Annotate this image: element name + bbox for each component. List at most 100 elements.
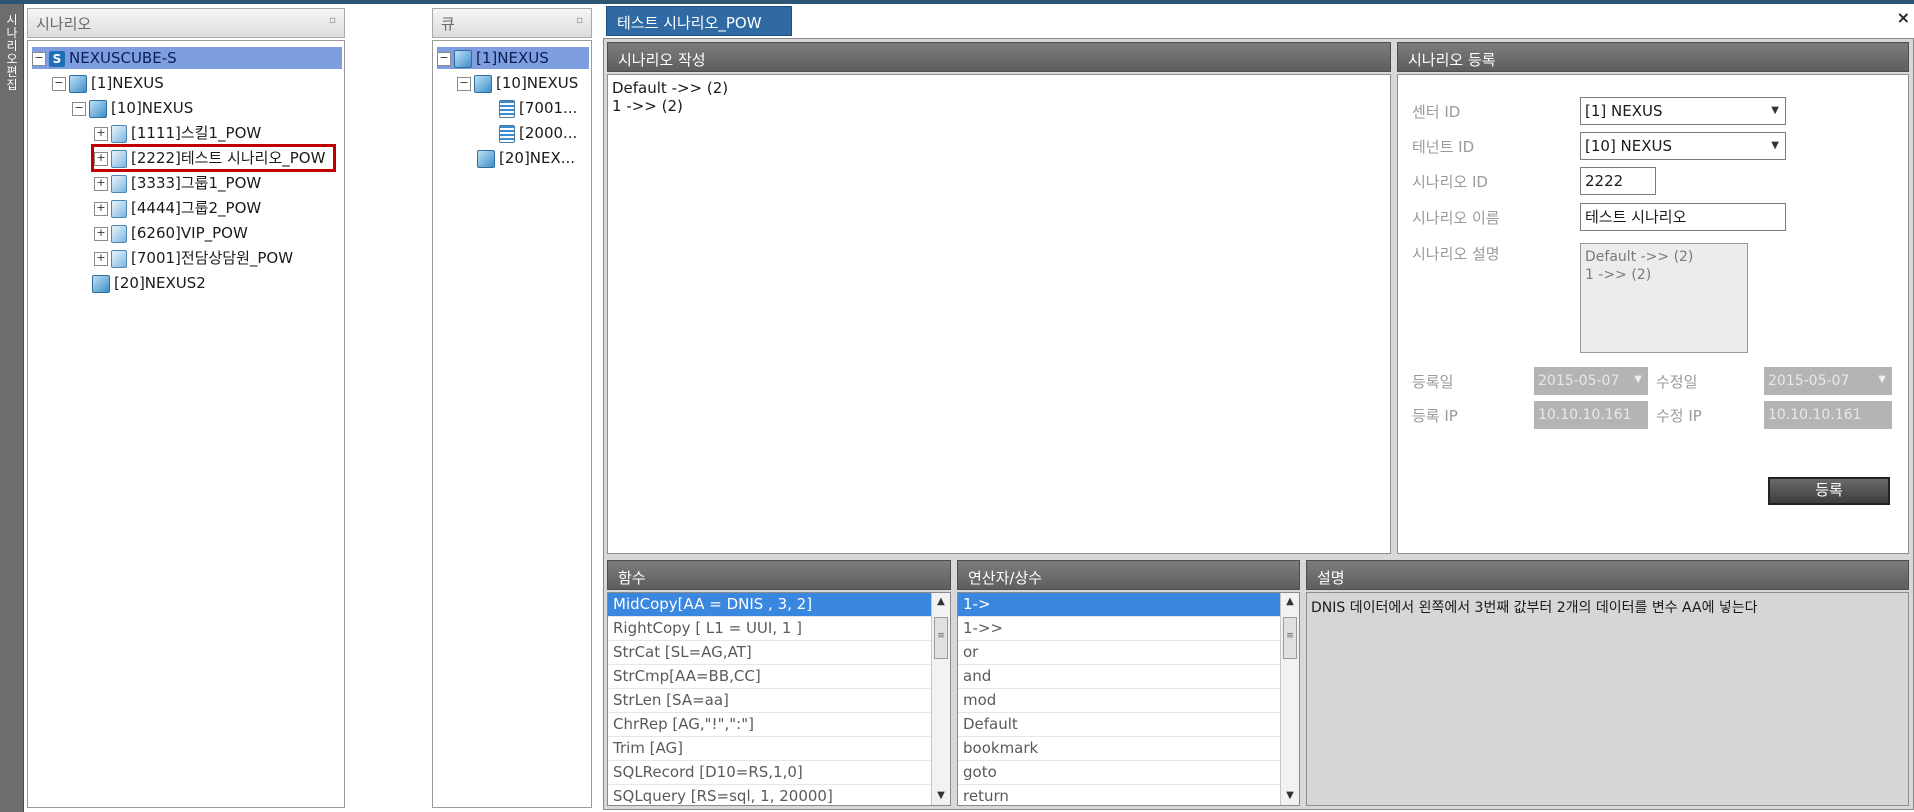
expand-icon[interactable]: + <box>94 251 108 266</box>
expand-icon[interactable]: + <box>94 126 108 141</box>
scenario-id-input[interactable]: 2222 <box>1580 167 1656 195</box>
collapse-icon[interactable]: − <box>32 51 46 66</box>
reg-date-label: 등록일 <box>1412 373 1454 391</box>
tenant-id-select[interactable]: [10] NEXUS ▼ <box>1580 132 1786 160</box>
dropdown-arrow-icon: ▼ <box>1771 105 1779 116</box>
queue-icon <box>499 99 515 118</box>
collapse-icon[interactable]: − <box>437 51 451 66</box>
scenario-name-label: 시나리오 이름 <box>1412 209 1500 227</box>
operators-scrollbar[interactable]: ▲ ≡ ▼ <box>1280 593 1299 805</box>
pin-icon[interactable]: ▫ <box>329 15 336 26</box>
tree-node-scenario[interactable]: + [7001]전담상담원_POW <box>94 247 293 269</box>
operator-item[interactable]: 1->> <box>958 617 1299 641</box>
function-item[interactable]: MidCopy[AA = DNIS , 3, 2] <box>608 593 950 617</box>
cube-icon <box>92 274 110 293</box>
function-item[interactable]: ChrRep [AG,"!",":"] <box>608 713 950 737</box>
description-text: DNIS 데이터에서 왼쪽에서 3번째 값부터 2개의 데이터를 변수 AA에 … <box>1311 600 1758 616</box>
tree-node-tenant[interactable]: − [10]NEXUS <box>72 97 193 119</box>
reg-ip-field: 10.10.10.161 <box>1534 401 1648 429</box>
mod-date-label: 수정일 <box>1656 373 1698 391</box>
tree-node-scenario[interactable]: + [3333]그룹1_POW <box>94 172 261 194</box>
functions-scrollbar[interactable]: ▲ ≡ ▼ <box>931 593 950 805</box>
register-button[interactable]: 등록 <box>1768 477 1890 505</box>
editor-header: 시나리오 작성 <box>607 42 1391 72</box>
tree-node-scenario[interactable]: + [1111]스킬1_POW <box>94 122 261 144</box>
operator-item[interactable]: Default <box>958 713 1299 737</box>
function-item[interactable]: SQLRecord [D10=RS,1,0] <box>608 761 950 785</box>
document-tab[interactable]: 테스트 시나리오_POW <box>606 6 792 36</box>
queue-node-item[interactable]: [7001... <box>499 97 577 119</box>
scroll-thumb[interactable]: ≡ <box>934 617 948 659</box>
operator-item[interactable]: bookmark <box>958 737 1299 761</box>
operators-header: 연산자/상수 <box>957 560 1300 590</box>
scenario-desc-textarea[interactable]: Default ->> (2) 1 ->> (2) <box>1580 243 1748 353</box>
editor-line: 1 ->> (2) <box>612 97 683 115</box>
cube-icon <box>477 149 495 168</box>
side-tab-label[interactable]: 시나리오 편집 <box>3 14 21 92</box>
expand-icon[interactable]: + <box>94 176 108 191</box>
operator-item[interactable]: or <box>958 641 1299 665</box>
function-item[interactable]: StrCmp[AA=BB,CC] <box>608 665 950 689</box>
queue-node-center[interactable]: − [1]NEXUS <box>437 47 589 69</box>
queue-node-item[interactable]: [2000... <box>499 122 577 144</box>
scenario-icon <box>111 124 127 143</box>
register-title: 시나리오 등록 <box>1408 51 1496 69</box>
collapse-icon[interactable]: − <box>457 76 471 91</box>
tree-node-scenario-selected[interactable]: + [2222]테스트 시나리오_POW <box>90 144 337 172</box>
side-tab-strip[interactable]: 시나리오 편집 <box>0 4 24 812</box>
scroll-thumb[interactable]: ≡ <box>1283 617 1297 659</box>
scenario-icon <box>111 199 127 218</box>
reg-date-picker: 2015-05-07 ▼ <box>1534 367 1648 395</box>
scroll-up-icon[interactable]: ▲ <box>1281 593 1299 611</box>
description-title: 설명 <box>1317 569 1345 587</box>
close-icon[interactable]: × <box>1897 8 1910 27</box>
function-item[interactable]: StrCat [SL=AG,AT] <box>608 641 950 665</box>
cube-icon <box>454 49 472 68</box>
tree-node-scenario[interactable]: + [4444]그룹2_POW <box>94 197 261 219</box>
scenario-name-input[interactable]: 테스트 시나리오 <box>1580 203 1786 231</box>
operator-item[interactable]: mod <box>958 689 1299 713</box>
tree-node-tenant[interactable]: [20]NEXUS2 <box>92 272 206 294</box>
server-icon: S <box>49 50 65 67</box>
scenario-tree-header: 시나리오 ▫ <box>27 8 345 38</box>
reg-ip-label: 등록 IP <box>1412 407 1458 425</box>
operator-item[interactable]: and <box>958 665 1299 689</box>
operators-list[interactable]: 1-> 1->> or and mod Default bookmark got… <box>957 592 1300 806</box>
tree-node-root[interactable]: − S NEXUSCUBE-S <box>32 47 342 69</box>
scroll-up-icon[interactable]: ▲ <box>932 593 950 611</box>
queue-node-tenant[interactable]: − [10]NEXUS <box>457 72 578 94</box>
operator-item[interactable]: goto <box>958 761 1299 785</box>
description-box: DNIS 데이터에서 왼쪽에서 3번째 값부터 2개의 데이터를 변수 AA에 … <box>1306 592 1909 806</box>
collapse-icon[interactable]: − <box>52 76 66 91</box>
expand-icon[interactable]: + <box>94 151 108 166</box>
function-item[interactable]: StrLen [SA=aa] <box>608 689 950 713</box>
tree-node-center[interactable]: − [1]NEXUS <box>52 72 164 94</box>
scroll-down-icon[interactable]: ▼ <box>1281 787 1299 805</box>
expand-icon[interactable]: + <box>94 201 108 216</box>
scenario-id-label: 시나리오 ID <box>1412 173 1488 191</box>
pin-icon[interactable]: ▫ <box>576 15 583 26</box>
editor-title: 시나리오 작성 <box>618 51 706 69</box>
operator-item[interactable]: return <box>958 785 1299 805</box>
function-item[interactable]: SQLquery [RS=sql, 1, 20000] <box>608 785 950 805</box>
scenario-icon <box>111 149 127 168</box>
collapse-icon[interactable]: − <box>72 101 86 116</box>
mod-ip-field: 10.10.10.161 <box>1764 401 1892 429</box>
scenario-editor[interactable]: Default ->> (2) 1 ->> (2) <box>607 74 1391 554</box>
scroll-down-icon[interactable]: ▼ <box>932 787 950 805</box>
operators-title: 연산자/상수 <box>968 569 1043 587</box>
tree-node-scenario[interactable]: + [6260]VIP_POW <box>94 222 248 244</box>
tenant-id-label: 테넌트 ID <box>1412 138 1475 156</box>
mod-ip-label: 수정 IP <box>1656 407 1702 425</box>
cube-icon <box>89 99 107 118</box>
editor-line: Default ->> (2) <box>612 79 729 97</box>
functions-title: 함수 <box>618 569 646 587</box>
function-item[interactable]: Trim [AG] <box>608 737 950 761</box>
functions-list[interactable]: MidCopy[AA = DNIS , 3, 2] RightCopy [ L1… <box>607 592 951 806</box>
operator-item[interactable]: 1-> <box>958 593 1299 617</box>
expand-icon[interactable]: + <box>94 226 108 241</box>
center-id-select[interactable]: [1] NEXUS ▼ <box>1580 97 1786 125</box>
scenario-icon <box>111 174 127 193</box>
function-item[interactable]: RightCopy [ L1 = UUI, 1 ] <box>608 617 950 641</box>
queue-node-tenant[interactable]: [20]NEX... <box>477 147 575 169</box>
